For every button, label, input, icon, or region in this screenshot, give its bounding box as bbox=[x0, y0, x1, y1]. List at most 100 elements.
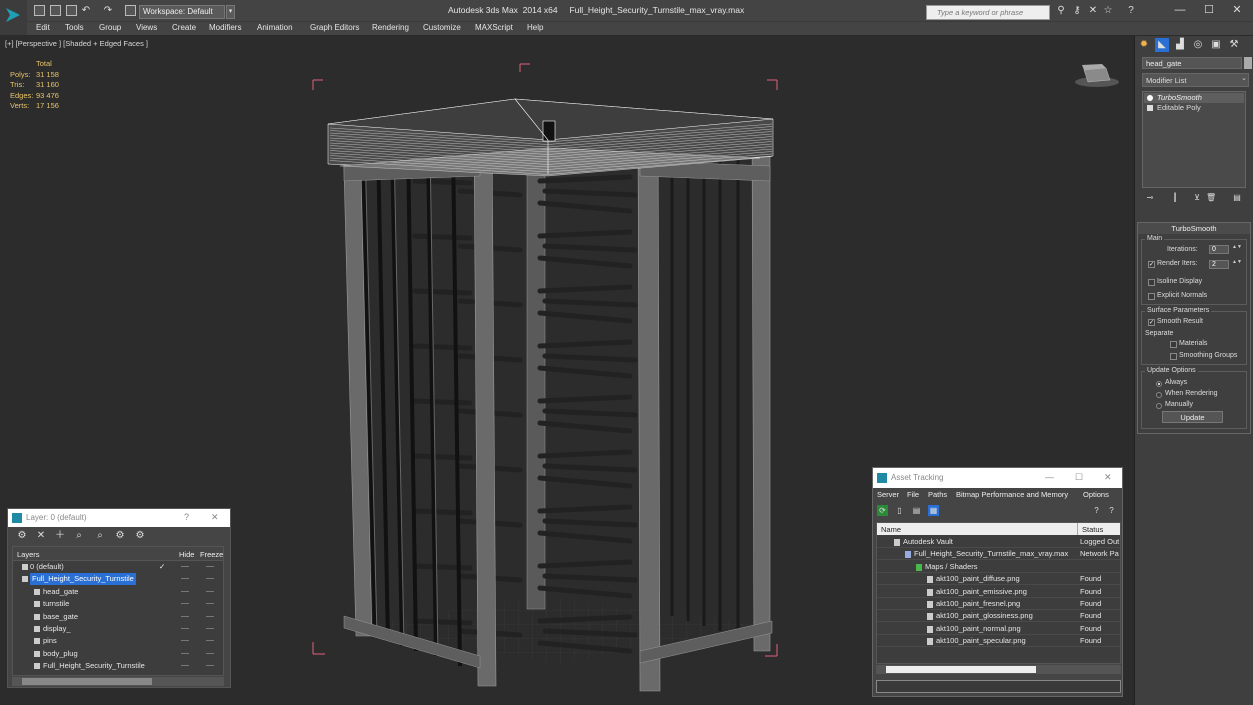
col-layers[interactable]: Layers bbox=[17, 550, 40, 559]
menu-modifiers[interactable]: Modifiers bbox=[209, 23, 241, 32]
hierarchy-tab-icon[interactable]: ▟ bbox=[1173, 38, 1187, 52]
manually-radio[interactable] bbox=[1156, 403, 1162, 409]
update-button[interactable]: Update bbox=[1162, 411, 1223, 423]
menu-rendering[interactable]: Rendering bbox=[372, 23, 409, 32]
hide-toggle[interactable] bbox=[181, 603, 189, 605]
open-file-icon[interactable] bbox=[50, 5, 61, 16]
create-tab-icon[interactable]: ✹ bbox=[1137, 38, 1151, 52]
when-rendering-radio[interactable] bbox=[1156, 392, 1162, 398]
save-file-icon[interactable] bbox=[66, 5, 77, 16]
explicit-normals-checkbox[interactable] bbox=[1148, 293, 1155, 300]
freeze-toggle[interactable] bbox=[206, 640, 214, 642]
help-icon[interactable]: ? bbox=[1091, 505, 1102, 516]
list-view-icon[interactable]: ▯ bbox=[894, 505, 905, 516]
freeze-toggle[interactable] bbox=[206, 615, 214, 617]
redo-icon[interactable]: ↷ bbox=[102, 5, 114, 17]
menu-edit[interactable]: Edit bbox=[36, 23, 50, 32]
maximize-icon[interactable]: ☐ bbox=[1075, 472, 1083, 483]
col-hide[interactable]: Hide bbox=[179, 550, 194, 559]
layer-row[interactable]: base_gate bbox=[13, 611, 223, 623]
layer-list[interactable]: Layers Hide Freeze 0 (default) ✓ Full_Heig… bbox=[12, 546, 224, 676]
viewcube[interactable] bbox=[1072, 62, 1122, 90]
menu-create[interactable]: Create bbox=[172, 23, 196, 32]
asset-tracking-titlebar[interactable]: Asset Tracking — ☐ ✕ bbox=[873, 468, 1122, 488]
always-radio[interactable] bbox=[1156, 381, 1162, 387]
object-color-swatch[interactable] bbox=[1244, 57, 1252, 69]
hide-toggle[interactable] bbox=[181, 566, 189, 567]
menu-help[interactable]: Help bbox=[527, 23, 543, 32]
menu-customize[interactable]: Customize bbox=[423, 23, 461, 32]
modify-tab-icon[interactable]: ◣ bbox=[1155, 38, 1169, 52]
asset-row[interactable]: akt100_paint_normal.png Found bbox=[877, 623, 1120, 635]
asset-path-field[interactable] bbox=[876, 680, 1121, 693]
asset-row[interactable]: akt100_paint_diffuse.png Found bbox=[877, 573, 1120, 586]
asset-row[interactable]: Autodesk Vault Logged Out bbox=[877, 536, 1120, 548]
key-icon[interactable]: ⚷ bbox=[1071, 5, 1083, 17]
menu-options[interactable]: Options bbox=[1083, 490, 1109, 499]
iterations-spinner[interactable]: 0 bbox=[1209, 245, 1229, 254]
display-tab-icon[interactable]: ▣ bbox=[1209, 38, 1223, 52]
object-name-field[interactable]: head_gate bbox=[1142, 57, 1242, 69]
close-icon[interactable]: ✕ bbox=[211, 512, 219, 523]
hide-all-icon[interactable]: ⚙ bbox=[114, 530, 126, 542]
asset-row[interactable]: Full_Height_Security_Turnstile_max_vray.… bbox=[877, 548, 1120, 561]
asset-table[interactable]: Name Status Autodesk Vault Logged Out Full… bbox=[876, 522, 1121, 664]
close-icon[interactable]: ✕ bbox=[1230, 3, 1244, 17]
layer-row[interactable]: head_gate bbox=[13, 586, 223, 598]
make-unique-icon[interactable]: ⊻ bbox=[1192, 193, 1202, 203]
utilities-tab-icon[interactable]: ⚒ bbox=[1227, 38, 1241, 52]
layer-row[interactable]: pins bbox=[13, 635, 223, 647]
layer-scrollbar[interactable] bbox=[12, 677, 224, 686]
hide-toggle[interactable] bbox=[181, 628, 189, 629]
freeze-toggle[interactable] bbox=[206, 590, 214, 592]
scrollbar-thumb[interactable] bbox=[886, 666, 1036, 673]
expand-icon[interactable] bbox=[1147, 105, 1153, 111]
layer-settings-icon[interactable]: ⚙ bbox=[16, 530, 28, 542]
delete-layer-icon[interactable]: ✕ bbox=[35, 530, 47, 542]
hide-toggle[interactable] bbox=[181, 615, 189, 617]
menu-file[interactable]: File bbox=[907, 490, 919, 499]
configure-sets-icon[interactable]: ▤ bbox=[1232, 193, 1242, 203]
maximize-icon[interactable]: ☐ bbox=[1202, 3, 1216, 17]
binoculars-icon[interactable]: ⚲ bbox=[1055, 5, 1067, 17]
refresh-icon[interactable]: ⟳ bbox=[877, 505, 888, 516]
menu-server[interactable]: Server bbox=[877, 490, 899, 499]
context-help-icon[interactable]: ? bbox=[1106, 505, 1117, 516]
render-iters-spinner[interactable]: 2 bbox=[1209, 260, 1229, 269]
freeze-toggle[interactable] bbox=[206, 628, 214, 629]
hide-toggle[interactable] bbox=[181, 652, 189, 654]
freeze-toggle[interactable] bbox=[206, 652, 214, 654]
freeze-toggle[interactable] bbox=[206, 665, 214, 667]
lightbulb-icon[interactable] bbox=[1147, 95, 1153, 101]
help-icon[interactable]: ? bbox=[1125, 5, 1137, 17]
col-freeze[interactable]: Freeze bbox=[200, 550, 223, 559]
current-layer-check-icon[interactable]: ✓ bbox=[159, 561, 165, 573]
stack-item-editable-poly[interactable]: Editable Poly bbox=[1144, 103, 1244, 113]
asset-row[interactable]: Maps / Shaders bbox=[877, 561, 1120, 573]
modifier-stack[interactable]: TurboSmooth Editable Poly bbox=[1142, 91, 1246, 188]
menu-tools[interactable]: Tools bbox=[65, 23, 84, 32]
tools-icon[interactable]: ✕ bbox=[1087, 5, 1099, 17]
star-icon[interactable]: ☆ bbox=[1102, 5, 1114, 17]
layer-row[interactable]: turnstile bbox=[13, 598, 223, 610]
hide-toggle[interactable] bbox=[181, 640, 189, 642]
menu-views[interactable]: Views bbox=[136, 23, 157, 32]
layer-row[interactable]: Full_Height_Security_Turnstile bbox=[13, 573, 223, 586]
select-objects-icon[interactable]: ⌕ bbox=[94, 530, 106, 542]
asset-row[interactable]: akt100_paint_fresnel.png Found bbox=[877, 598, 1120, 610]
hide-toggle[interactable] bbox=[181, 578, 189, 580]
undo-icon[interactable]: ↶ bbox=[80, 5, 92, 17]
grid-view-icon[interactable]: ▦ bbox=[928, 505, 939, 516]
close-icon[interactable]: ✕ bbox=[1104, 472, 1112, 483]
minimize-icon[interactable]: — bbox=[1173, 3, 1187, 17]
rollout-title[interactable]: TurboSmooth bbox=[1138, 223, 1250, 234]
smooth-result-checkbox[interactable]: ✓ bbox=[1148, 319, 1155, 326]
render-iters-checkbox[interactable]: ✓ bbox=[1148, 261, 1155, 268]
menu-paths[interactable]: Paths bbox=[928, 490, 947, 499]
menu-group[interactable]: Group bbox=[99, 23, 121, 32]
freeze-toggle[interactable] bbox=[206, 603, 214, 605]
layer-row[interactable]: Full_Height_Security_Turnstile bbox=[13, 660, 223, 672]
asset-row[interactable]: akt100_paint_glossiness.png Found bbox=[877, 610, 1120, 623]
asset-scrollbar[interactable] bbox=[876, 665, 1121, 674]
layer-row[interactable]: 0 (default) ✓ bbox=[13, 561, 223, 573]
